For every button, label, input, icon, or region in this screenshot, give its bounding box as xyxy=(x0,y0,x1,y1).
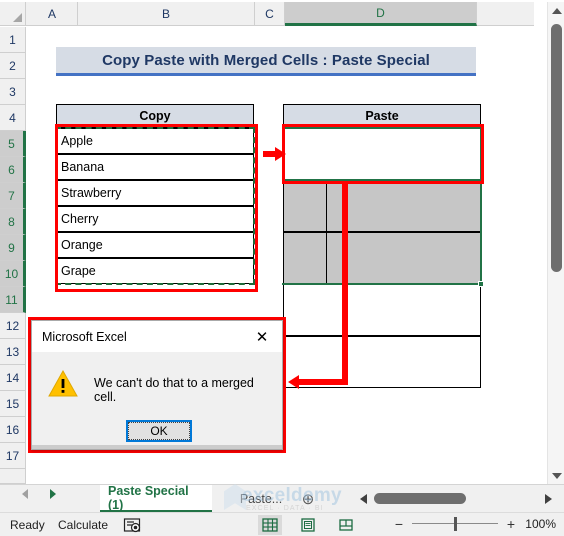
page-break-preview-icon[interactable] xyxy=(334,515,358,535)
ok-button[interactable]: OK xyxy=(126,420,192,442)
row-header-4[interactable]: 4 xyxy=(0,105,26,131)
row-header-3[interactable]: 3 xyxy=(0,79,26,105)
triangle-up-icon xyxy=(551,7,562,14)
copy-cell-4[interactable]: Cherry xyxy=(56,206,254,232)
status-calculate-label[interactable]: Calculate xyxy=(58,518,108,532)
selection-fill-handle[interactable] xyxy=(478,281,484,287)
copy-cell-3[interactable]: Strawberry xyxy=(56,180,254,206)
row-header-9[interactable]: 9 xyxy=(0,235,26,261)
zoom-level-label[interactable]: 100% xyxy=(524,517,556,531)
horizontal-scrollbar-thumb[interactable] xyxy=(374,493,466,504)
add-sheet-icon[interactable]: ⊕ xyxy=(298,489,318,509)
zoom-out-button[interactable]: − xyxy=(393,516,405,532)
row-header-14[interactable]: 14 xyxy=(0,365,26,391)
paste-merged-cell-4[interactable] xyxy=(283,284,481,336)
dialog-body: We can't do that to a merged cell. OK xyxy=(32,352,282,449)
ok-button-label: OK xyxy=(128,422,190,440)
paste-merged-cell-2[interactable] xyxy=(283,180,481,232)
row-header-10[interactable]: 10 xyxy=(0,261,26,287)
view-mode-buttons xyxy=(258,515,358,535)
column-header-b[interactable]: B xyxy=(78,2,255,26)
copy-cell-5[interactable]: Orange xyxy=(56,232,254,258)
copy-cell-1[interactable]: Apple xyxy=(56,128,254,154)
row-header-7[interactable]: 7 xyxy=(0,183,26,209)
dialog-title: Microsoft Excel xyxy=(42,329,127,344)
row-header-11[interactable]: 11 xyxy=(0,287,26,313)
dialog-title-bar: Microsoft Excel ✕ xyxy=(32,321,282,352)
row-header-12[interactable]: 12 xyxy=(0,313,26,339)
status-bar: Ready Calculate − + 100% xyxy=(0,512,564,536)
sheet-nav-arrows xyxy=(22,489,56,499)
sheet-title-banner: Copy Paste with Merged Cells : Paste Spe… xyxy=(56,47,476,76)
scroll-up-button[interactable] xyxy=(548,2,564,19)
select-all-corner[interactable] xyxy=(0,2,26,26)
excel-alert-dialog: Microsoft Excel ✕ We can't do that to a … xyxy=(31,320,283,450)
dialog-bottom-strip xyxy=(32,445,282,449)
horizontal-scrollbar[interactable] xyxy=(358,490,554,507)
column-header-d[interactable]: D xyxy=(285,2,477,26)
row-header-1[interactable]: 1 xyxy=(0,27,26,53)
vertical-scrollbar[interactable] xyxy=(547,2,564,484)
sheet-tab-paste-2[interactable]: Paste... xyxy=(232,485,290,513)
normal-view-icon[interactable] xyxy=(258,515,282,535)
previous-sheet-arrow-icon[interactable] xyxy=(22,489,28,499)
paste-merged-cell-1[interactable] xyxy=(283,128,481,180)
row-header-18[interactable] xyxy=(0,469,26,484)
row-header-2[interactable]: 2 xyxy=(0,53,26,79)
copy-column-header[interactable]: Copy xyxy=(56,104,254,128)
row-header-6[interactable]: 6 xyxy=(0,157,26,183)
page-layout-view-icon[interactable] xyxy=(296,515,320,535)
next-sheet-arrow-icon[interactable] xyxy=(50,489,56,499)
paste-column-header[interactable]: Paste xyxy=(283,104,481,128)
row-header-16[interactable]: 16 xyxy=(0,417,26,443)
paste-merged-cell-3[interactable] xyxy=(283,232,481,284)
row-header-5[interactable]: 5 xyxy=(0,131,26,157)
zoom-slider[interactable] xyxy=(412,516,498,532)
triangle-down-icon xyxy=(551,472,562,479)
status-ready-label: Ready xyxy=(10,518,45,532)
column-header-a[interactable]: A xyxy=(27,2,78,26)
zoom-in-button[interactable]: + xyxy=(505,516,517,532)
scroll-left-icon[interactable] xyxy=(360,494,367,504)
zoom-control: − + 100% xyxy=(393,516,556,532)
row-header-17[interactable]: 17 xyxy=(0,443,26,469)
close-icon[interactable]: ✕ xyxy=(242,321,282,352)
paste-merged-cell-5[interactable] xyxy=(283,336,481,388)
scroll-down-button[interactable] xyxy=(548,467,564,484)
excel-window: A B C D 1 2 3 4 5 6 7 8 9 10 11 12 13 14… xyxy=(0,0,564,536)
row-header-8[interactable]: 8 xyxy=(0,209,26,235)
sheet-tab-bar: Paste Special (1) Paste... ⊕ xyxy=(0,484,564,513)
copy-cell-6[interactable]: Grape xyxy=(56,258,254,284)
scroll-right-icon[interactable] xyxy=(545,494,552,504)
select-all-triangle-icon xyxy=(13,13,22,22)
column-header-c[interactable]: C xyxy=(255,2,285,26)
copy-cell-2[interactable]: Banana xyxy=(56,154,254,180)
zoom-slider-handle[interactable] xyxy=(454,517,457,531)
warning-triangle-icon xyxy=(48,369,78,397)
row-header-15[interactable]: 15 xyxy=(0,391,26,417)
record-macro-icon[interactable] xyxy=(123,516,141,536)
column-header-e[interactable] xyxy=(477,2,534,26)
worksheet-area: A B C D 1 2 3 4 5 6 7 8 9 10 11 12 13 14… xyxy=(0,0,564,484)
sheet-tab-paste-special-1[interactable]: Paste Special (1) xyxy=(100,484,212,513)
row-header-13[interactable]: 13 xyxy=(0,339,26,365)
vertical-scrollbar-thumb[interactable] xyxy=(551,24,562,272)
dialog-message: We can't do that to a merged cell. xyxy=(94,376,254,404)
